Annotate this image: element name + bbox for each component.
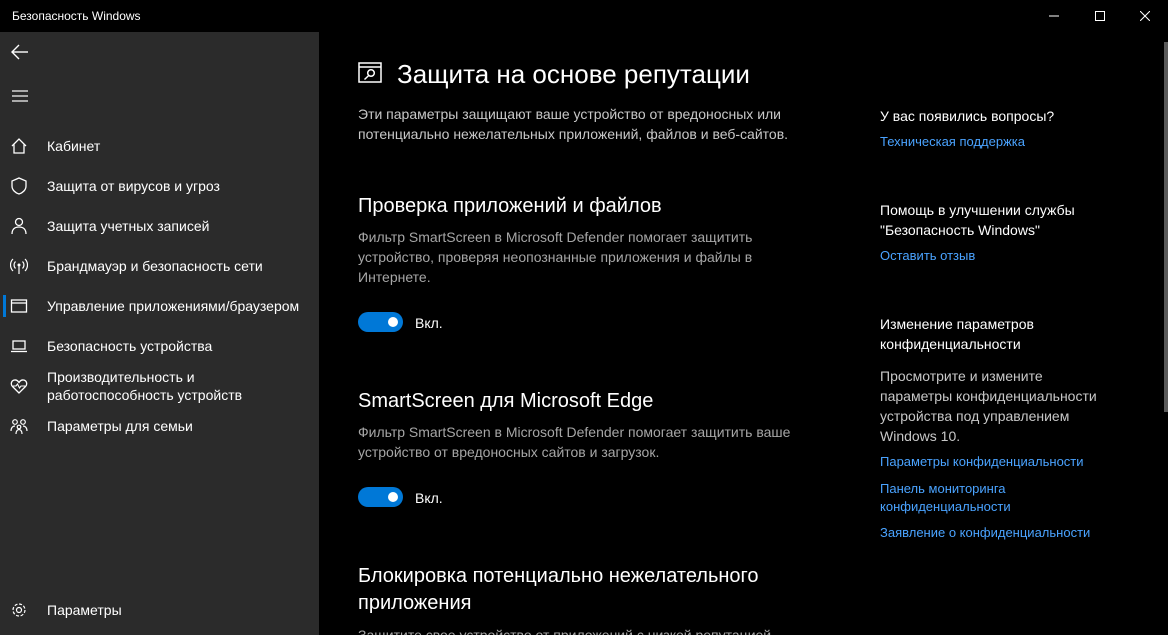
section-title-pua-blocking: Блокировка потенциально нежелательного п… [358,563,759,617]
sidebar-item-label: Безопасность устройства [47,338,213,354]
section-title-app-file-check: Проверка приложений и файлов [358,195,662,217]
back-button[interactable] [0,36,40,68]
technical-support-link[interactable]: Техническая поддержка [880,133,1120,151]
main-content: Защита на основе репутации Эти параметры… [319,32,1168,635]
heart-pulse-icon [10,379,28,394]
toggle-knob [388,317,398,327]
app-browser-icon [10,299,28,313]
privacy-heading-line: конфиденциальности [880,336,1021,352]
sidebar-item-label: Защита учетных записей [47,218,210,234]
selection-indicator [3,295,6,317]
questions-heading: У вас появились вопросы? [880,108,1055,124]
privacy-description: Просмотрите и измените параметры конфиде… [880,366,1120,446]
section-title-line: Блокировка потенциально нежелательного [358,565,759,587]
section-title-smartscreen-edge: SmartScreen для Microsoft Edge [358,390,654,412]
minimize-icon [1049,15,1059,17]
person-icon [11,217,27,235]
sidebar-item-label-line2: работоспособность устройств [47,387,243,403]
section-description-line: устройство от вредоносных сайтов и загру… [358,444,660,460]
section-description-line: Фильтр SmartScreen в Microsoft Defender … [358,229,753,245]
privacy-description-line: Просмотрите и измените [880,368,1043,384]
sidebar-item-label: Параметры [47,602,122,618]
laptop-icon [11,340,27,353]
home-icon [11,138,27,154]
feedback-link[interactable]: Оставить отзыв [880,247,1120,265]
privacy-heading: Изменение параметров конфиденциальности [880,314,1140,354]
section-description-line: Интернете. [358,269,431,285]
privacy-statement-link[interactable]: Заявление о конфиденциальности [880,524,1120,542]
section-description-line: Фильтр SmartScreen в Microsoft Defender … [358,424,791,440]
close-icon [1140,11,1150,21]
gear-icon [12,603,26,617]
family-icon [10,419,28,435]
page-description-line1: Эти параметры защищают ваше устройство о… [358,106,782,122]
sidebar-item-account-protection[interactable]: Защита учетных записей [0,205,319,245]
section-description: Фильтр SmartScreen в Microsoft Defender … [358,422,828,462]
sidebar-item-home[interactable]: Кабинет [0,125,319,165]
sidebar-item-virus-protection[interactable]: Защита от вирусов и угроз [0,165,319,205]
hamburger-menu-button[interactable] [0,80,40,112]
sidebar-item-label: Защита от вирусов и угроз [47,178,220,194]
sidebar-item-family-options[interactable]: Параметры для семьи [0,405,319,445]
sidebar: Кабинет Защита от вирусов и угроз Защита… [0,32,319,635]
smartscreen-edge-toggle[interactable] [358,487,403,507]
section-description: Защитите свое устройство от приложений с… [358,627,772,635]
page-title: Защита на основе репутации [397,59,750,89]
privacy-settings-link[interactable]: Параметры конфиденциальности [880,453,1120,471]
privacy-dashboard-link-line: конфиденциальности [880,499,1011,514]
close-button[interactable] [1122,0,1168,32]
maximize-button[interactable] [1077,0,1123,32]
sidebar-item-label: Кабинет [47,138,101,154]
privacy-description-line: параметры конфиденциальности [880,388,1097,404]
sidebar-item-firewall[interactable]: Брандмауэр и безопасность сети [0,245,319,285]
page-description: Эти параметры защищают ваше устройство о… [358,104,828,144]
section-description: Фильтр SmartScreen в Microsoft Defender … [358,227,828,287]
toggle-knob [388,492,398,502]
improve-heading-line: "Безопасность Windows" [880,222,1040,238]
sidebar-item-label: Брандмауэр и безопасность сети [47,258,263,274]
page-description-line2: потенциально нежелательных приложений, ф… [358,126,789,142]
scrollbar[interactable] [1164,42,1168,412]
improve-heading: Помощь в улучшении службы "Безопасность … [880,200,1140,240]
window-title: Безопасность Windows [12,9,141,23]
section-description-line: устройство, проверяя неопознанные прилож… [358,249,753,265]
privacy-dashboard-link-line: Панель мониторинга [880,481,1006,496]
sidebar-item-device-security[interactable]: Безопасность устройства [0,325,319,365]
privacy-description-line: Windows 10. [880,428,961,444]
sidebar-item-label: Параметры для семьи [47,418,193,434]
privacy-dashboard-link[interactable]: Панель мониторинга конфиденциальности [880,480,1120,516]
privacy-description-line: устройства под управлением [880,408,1070,424]
toggle-state-label: Вкл. [415,490,443,506]
hamburger-icon [12,90,28,102]
sidebar-item-device-performance[interactable]: Производительность и работоспособность у… [0,365,319,405]
wifi-antenna-icon [10,258,28,274]
improve-heading-line: Помощь в улучшении службы [880,202,1075,218]
sidebar-item-app-browser-control[interactable]: Управление приложениями/браузером [0,285,319,325]
sidebar-item-label-line1: Производительность и [47,369,195,385]
back-arrow-icon [11,44,28,60]
minimize-button[interactable] [1031,0,1077,32]
sidebar-item-label: Управление приложениями/браузером [47,298,300,314]
maximize-icon [1095,11,1105,21]
sidebar-item-settings[interactable]: Параметры [0,589,319,629]
privacy-heading-line: Изменение параметров [880,316,1034,332]
app-file-check-toggle[interactable] [358,312,403,332]
shield-icon [11,177,27,195]
title-bar: Безопасность Windows [0,0,1168,32]
toggle-state-label: Вкл. [415,315,443,331]
section-title-line: приложения [358,592,472,614]
reputation-protection-icon [358,62,382,83]
